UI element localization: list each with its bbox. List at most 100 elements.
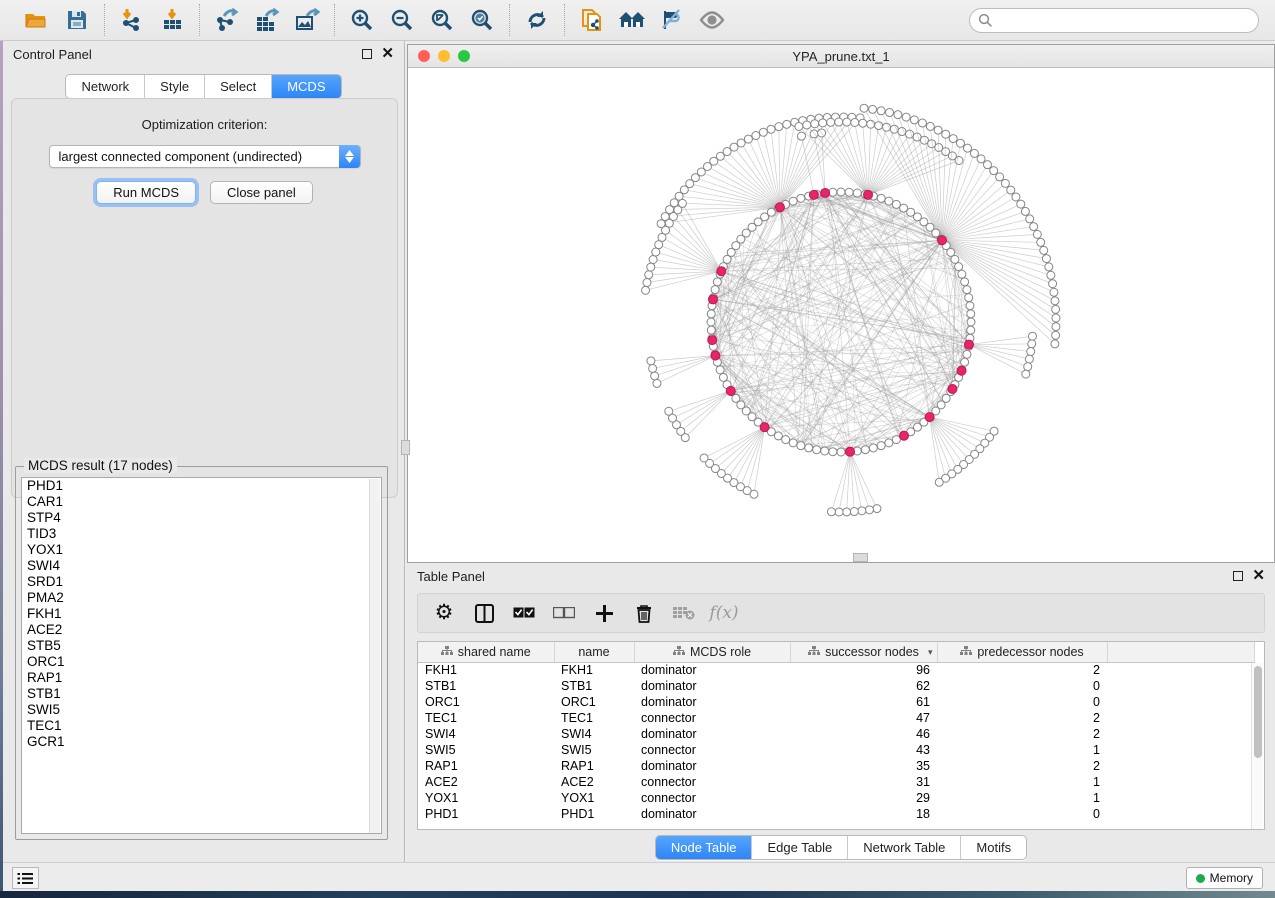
network-node[interactable] [963,286,971,294]
network-node[interactable] [716,366,724,374]
table-cell[interactable]: 43 [790,742,937,758]
network-leaf-node[interactable] [869,105,877,113]
network-leaf-node[interactable] [851,118,859,126]
mcds-hub-node[interactable] [708,336,717,345]
network-leaf-node[interactable] [1050,288,1058,296]
table-cell[interactable] [1107,806,1254,822]
table-cell[interactable] [1107,662,1254,678]
column-header-MCDS-role[interactable]: MCDS role [634,642,790,662]
table-cell[interactable]: 0 [937,694,1107,710]
network-leaf-node[interactable] [1051,297,1059,305]
table-cell[interactable]: 62 [790,678,937,694]
mcds-hub-node[interactable] [900,431,909,440]
network-leaf-node[interactable] [653,379,661,387]
clone-network-icon[interactable] [575,4,609,36]
network-canvas[interactable] [408,68,1274,562]
network-node[interactable] [885,439,893,447]
network-node[interactable] [961,358,969,366]
select-all-icon[interactable] [512,601,536,625]
table-cell[interactable]: RAP1 [418,758,554,774]
network-leaf-node[interactable] [1040,246,1048,254]
network-leaf-node[interactable] [827,118,835,126]
table-cell[interactable] [1107,694,1254,710]
memory-button[interactable]: Memory [1186,867,1263,889]
table-cell[interactable] [1107,742,1254,758]
table-cell[interactable]: 35 [790,758,937,774]
network-node[interactable] [707,326,715,334]
column-header-name[interactable]: name [554,642,634,662]
columns-icon[interactable] [472,601,496,625]
network-leaf-node[interactable] [1028,340,1036,348]
network-leaf-node[interactable] [1021,207,1029,215]
network-leaf-node[interactable] [1047,271,1055,279]
network-leaf-node[interactable] [647,263,655,271]
network-leaf-node[interactable] [730,143,738,151]
network-leaf-node[interactable] [1030,223,1038,231]
network-leaf-node[interactable] [996,173,1004,181]
network-leaf-node[interactable] [843,508,851,516]
network-leaf-node[interactable] [1051,340,1059,348]
close-panel-button[interactable]: Close panel [210,181,313,204]
table-row[interactable]: SWI4SWI4dominator462 [418,726,1254,742]
network-node[interactable] [967,310,975,318]
network-leaf-node[interactable] [913,133,921,141]
mcds-hub-node[interactable] [846,447,855,456]
network-node[interactable] [711,286,719,294]
network-node[interactable] [707,318,715,326]
mcds-hub-node[interactable] [760,423,769,432]
network-node[interactable] [719,373,727,381]
network-leaf-node[interactable] [775,123,783,131]
mcds-hub-node[interactable] [726,386,735,395]
mcds-hub-node[interactable] [711,351,720,360]
mcds-hub-node[interactable] [965,340,974,349]
mcds-result-item[interactable]: SRD1 [22,574,381,590]
task-history-button[interactable] [12,867,39,889]
network-node[interactable] [966,302,974,310]
tab-network-table[interactable]: Network Table [847,836,960,859]
tab-network[interactable]: Network [66,75,144,98]
network-leaf-node[interactable] [1025,355,1033,363]
network-node[interactable] [877,194,885,202]
mcds-hub-node[interactable] [925,413,934,422]
table-cell[interactable]: connector [634,742,790,758]
mcds-result-item[interactable]: PMA2 [22,590,381,606]
table-cell[interactable]: 47 [790,710,937,726]
run-mcds-button[interactable]: Run MCDS [96,181,196,204]
network-leaf-node[interactable] [649,364,657,372]
network-node[interactable] [861,446,869,454]
import-network-icon[interactable] [115,4,149,36]
mcds-result-item[interactable]: GCR1 [22,734,381,750]
network-leaf-node[interactable] [744,135,752,143]
mcds-hub-node[interactable] [864,190,873,199]
table-cell[interactable]: YOX1 [418,790,554,806]
mcds-hub-node[interactable] [717,267,726,276]
network-leaf-node[interactable] [894,111,902,119]
network-node[interactable] [955,263,963,271]
network-node[interactable] [789,439,797,447]
network-leaf-node[interactable] [1033,230,1041,238]
network-leaf-node[interactable] [955,157,963,165]
table-cell[interactable]: 1 [937,742,1107,758]
table-cell[interactable]: ORC1 [418,694,554,710]
network-leaf-node[interactable] [645,271,653,279]
first-neighbors-icon[interactable] [615,4,649,36]
zoom-selected-icon[interactable] [465,4,499,36]
table-cell[interactable]: dominator [634,806,790,822]
network-leaf-node[interactable] [1024,363,1032,371]
table-cell[interactable]: YOX1 [554,790,634,806]
table-cell[interactable]: PHD1 [418,806,554,822]
network-node[interactable] [885,197,893,205]
table-cell[interactable]: 1 [937,790,1107,806]
network-leaf-node[interactable] [977,155,985,163]
mcds-result-item[interactable]: ACE2 [22,622,381,638]
network-leaf-node[interactable] [1026,215,1034,223]
tab-select[interactable]: Select [204,75,271,98]
table-row[interactable]: STB1STB1dominator620 [418,678,1254,694]
table-cell[interactable]: PHD1 [554,806,634,822]
vertical-splitter-handle[interactable] [401,440,410,455]
zoom-in-icon[interactable] [345,4,379,36]
table-row[interactable]: ORC1ORC1dominator610 [418,694,1254,710]
table-row[interactable]: FKH1FKH1dominator962 [418,662,1254,678]
gear-icon[interactable]: ⚙ [432,601,456,625]
column-header-predecessor-nodes[interactable]: predecessor nodes [937,642,1107,662]
